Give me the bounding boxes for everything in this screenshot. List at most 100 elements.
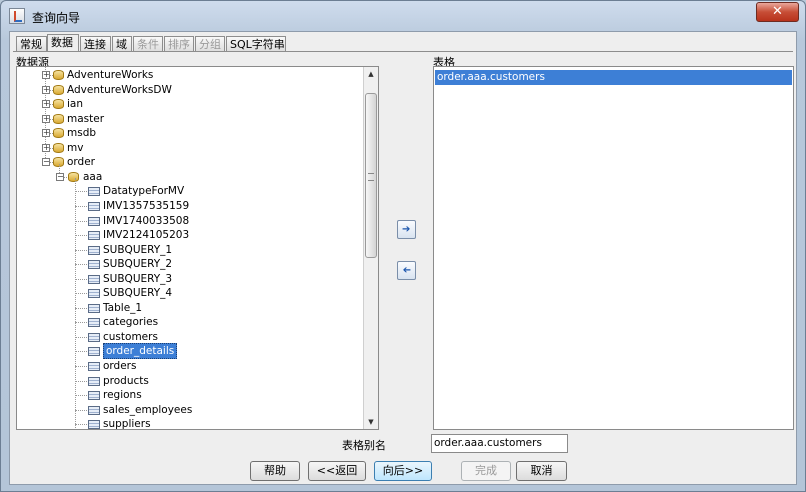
alias-input[interactable]: order.aaa.customers [431,434,568,453]
remove-table-button[interactable]: ➔ [397,261,416,280]
expand-toggle-icon[interactable]: + [42,114,50,123]
tree-branch-line [75,249,89,251]
arrow-left-icon: ➔ [402,265,411,276]
tree-node-database[interactable]: mv [67,141,83,155]
tree-node-table[interactable]: suppliers [103,417,151,429]
tree-node-table[interactable]: DatatypeForMV [103,184,184,198]
tree-branch-line [75,322,89,324]
table-icon [88,391,100,401]
tree-branch-line [75,235,89,237]
tab-general[interactable]: 常规 [16,36,47,52]
tree-branch-line [75,278,89,280]
back-button[interactable]: <<返回 [308,461,366,481]
tree-branch-line [75,264,89,266]
finish-button: 完成 [461,461,511,481]
tree-branch-line [75,336,89,338]
tree-node-database[interactable]: ian [67,97,83,111]
tab-label: 条件 [137,38,159,51]
tab-label: 常规 [20,38,42,51]
tree-node-table[interactable]: SUBQUERY_3 [103,272,172,286]
tree-node-table[interactable]: IMV2124105203 [103,228,189,242]
tree-node-database[interactable]: AdventureWorks [67,68,153,82]
tree-branch-line [75,395,89,397]
tree-node-table[interactable]: IMV1357535159 [103,199,189,213]
database-icon [53,128,64,139]
table-icon [88,420,100,429]
tree-scrollbar[interactable]: ▲ ▼ [363,67,378,429]
tree-branch-line [75,380,89,382]
dialog-body: 常规 数据 连接 域 条件 排序 分组 SQL字符串 数据源 表格 + Adven… [9,31,797,485]
tree-branch-line [75,409,89,411]
table-icon [88,260,100,270]
add-table-button[interactable]: ➔ [397,220,416,239]
database-icon [53,99,64,110]
tab-sql-string[interactable]: SQL字符串 [226,36,286,52]
close-button[interactable]: ✕ [756,2,799,22]
table-icon [88,318,100,328]
expand-toggle-icon[interactable]: + [42,143,50,152]
tree-branch-line [75,424,89,426]
tree-branch-line [75,351,89,353]
database-icon [53,142,64,153]
selected-tables-list[interactable]: order.aaa.customers [433,66,794,430]
scroll-down-arrow[interactable]: ▼ [364,415,378,429]
scroll-up-arrow[interactable]: ▲ [364,67,378,81]
expand-toggle-icon[interactable]: + [42,71,50,79]
database-icon [53,70,64,80]
tab-join[interactable]: 连接 [80,36,111,52]
tree-node-table[interactable]: customers [103,330,158,344]
tree-branch-line [75,205,89,207]
tree-node-schema[interactable]: aaa [83,170,102,184]
expand-toggle-icon[interactable]: + [42,129,50,138]
tab-label: 连接 [84,38,106,51]
table-icon [88,231,100,241]
tree-branch-line [75,293,89,295]
window-title: 查询向导 [32,11,81,25]
cancel-button[interactable]: 取消 [516,461,567,481]
java-app-icon [9,8,25,24]
tree-node-table[interactable]: SUBQUERY_2 [103,257,172,271]
tree-branch-line [75,307,89,309]
table-icon [88,376,100,386]
help-button[interactable]: 帮助 [250,461,300,481]
tree-node-database[interactable]: msdb [67,126,96,140]
expand-toggle-icon[interactable]: + [42,100,50,109]
arrow-right-icon: ➔ [402,224,411,235]
tab-label: 分组 [199,38,221,51]
tree-node-table[interactable]: order_details [103,343,178,360]
tree-node-table[interactable]: SUBQUERY_1 [103,243,172,257]
tree-branch-line [75,220,89,222]
tree-node-database[interactable]: order [67,155,95,169]
tree-node-table[interactable]: Table_1 [103,301,142,315]
tab-sort: 排序 [164,36,194,52]
tab-domain[interactable]: 域 [112,36,132,52]
tree-node-table[interactable]: sales_employees [103,403,192,417]
tree-node-table[interactable]: products [103,374,149,388]
tree-node-database[interactable]: master [67,112,104,126]
table-icon [88,362,100,371]
table-icon [88,187,100,197]
tree-node-table[interactable]: IMV1740033508 [103,214,189,228]
tab-data[interactable]: 数据 [47,34,79,52]
tree-branch-line [75,191,89,193]
tree-node-table[interactable]: orders [103,359,136,373]
table-icon [88,274,100,284]
tree-node-table[interactable]: categories [103,315,158,329]
tab-divider [13,51,793,52]
query-wizard-window: 查询向导 ✕ 常规 数据 连接 域 条件 排序 分组 SQL字符串 数据源 表格… [0,0,806,492]
tab-condition: 条件 [133,36,163,52]
table-icon [88,303,100,313]
tab-label: 数据 [51,36,73,49]
tab-group: 分组 [195,36,225,52]
tree-node-database[interactable]: AdventureWorksDW [67,83,172,97]
scroll-thumb[interactable] [365,93,377,258]
collapse-toggle-icon[interactable]: − [56,172,64,181]
title-bar: 查询向导 ✕ [1,1,805,31]
tree-node-table[interactable]: SUBQUERY_4 [103,286,172,300]
datasource-tree[interactable]: + AdventureWorks + AdventureWorksDW + ian + mas… [16,66,379,430]
expand-toggle-icon[interactable]: + [42,85,50,94]
tree-node-table[interactable]: regions [103,388,142,402]
list-item-selected[interactable]: order.aaa.customers [435,70,792,85]
next-button[interactable]: 向后>> [374,461,432,481]
collapse-toggle-icon[interactable]: − [42,158,50,167]
